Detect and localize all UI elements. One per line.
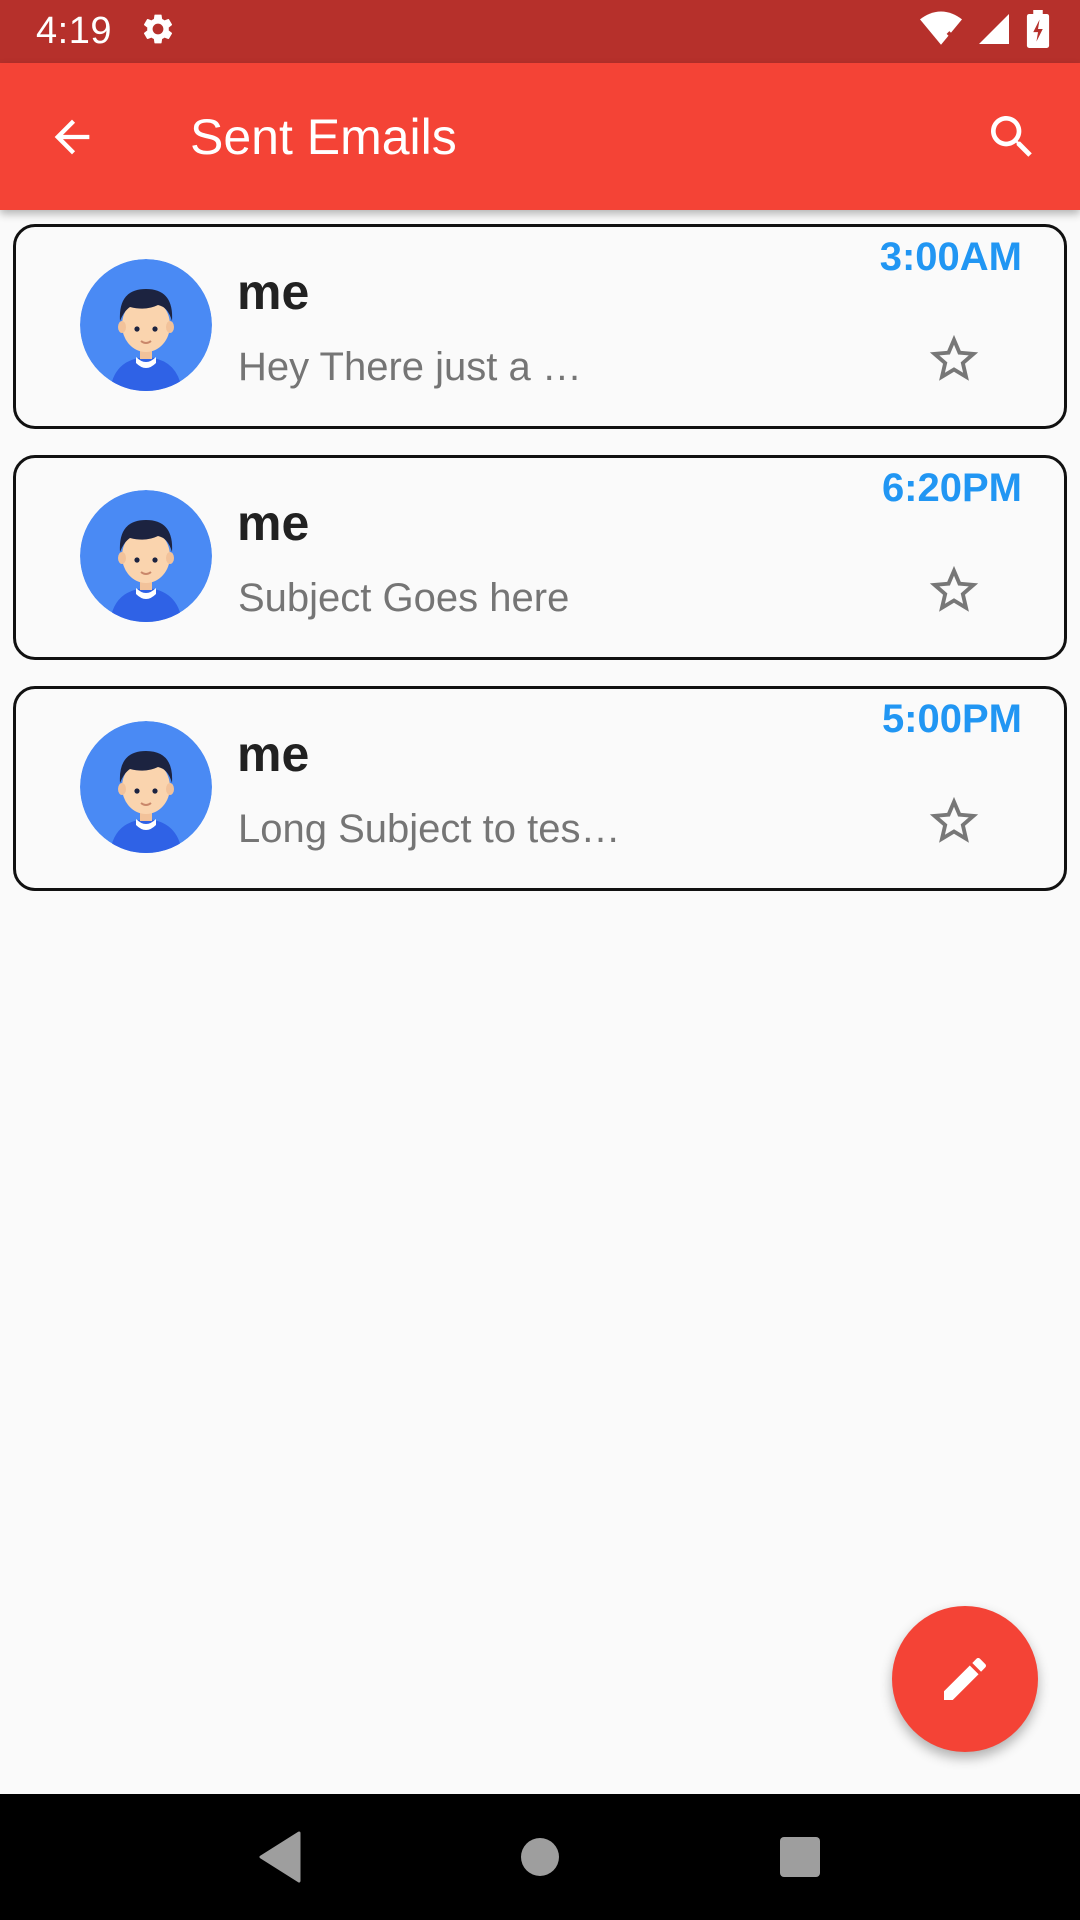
user-avatar-icon xyxy=(80,721,212,853)
email-list-item[interactable]: me Hey There just a … 3:00AM xyxy=(13,224,1067,429)
home-circle-icon xyxy=(521,1838,559,1876)
back-triangle-icon xyxy=(259,1831,301,1883)
status-left: 4:19 xyxy=(36,10,176,53)
avatar xyxy=(80,721,212,853)
star-outline-icon xyxy=(929,796,979,843)
search-button[interactable] xyxy=(980,105,1044,169)
recents-square-icon xyxy=(780,1837,820,1877)
email-list-item[interactable]: me Subject Goes here 6:20PM xyxy=(13,455,1067,660)
email-sender: me xyxy=(237,495,310,551)
nav-home-button[interactable] xyxy=(500,1817,580,1897)
avatar xyxy=(80,490,212,622)
arrow-back-icon xyxy=(54,119,90,154)
nav-back-button[interactable] xyxy=(240,1817,320,1897)
star-outline-icon xyxy=(929,565,979,612)
avatar xyxy=(80,259,212,391)
search-icon xyxy=(991,115,1032,157)
email-time: 5:00PM xyxy=(881,697,1022,741)
status-right xyxy=(920,10,1050,53)
star-button[interactable] xyxy=(924,791,984,851)
compose-button[interactable] xyxy=(892,1606,1038,1752)
user-avatar-icon xyxy=(80,490,212,622)
email-time: 6:20PM xyxy=(881,466,1022,510)
system-nav-bar xyxy=(0,1794,1080,1920)
email-subject: Subject Goes here xyxy=(238,576,570,620)
star-button[interactable] xyxy=(924,560,984,620)
email-subject: Long Subject to tes… xyxy=(238,807,621,851)
edit-icon xyxy=(944,1657,987,1700)
signal-icon xyxy=(976,11,1012,52)
user-avatar-icon xyxy=(80,259,212,391)
page-title: Sent Emails xyxy=(190,108,457,165)
settings-icon xyxy=(140,11,176,52)
email-time: 3:00AM xyxy=(879,235,1022,279)
nav-recents-button[interactable] xyxy=(760,1817,840,1897)
star-button[interactable] xyxy=(924,329,984,389)
battery-icon xyxy=(1026,10,1050,53)
status-time: 4:19 xyxy=(36,10,112,52)
star-outline-icon xyxy=(929,334,979,381)
back-button[interactable] xyxy=(42,107,102,167)
email-list-item[interactable]: me Long Subject to tes… 5:00PM xyxy=(13,686,1067,891)
email-sender: me xyxy=(237,726,310,782)
status-bar: 4:19 xyxy=(0,0,1080,63)
app-bar: Sent Emails xyxy=(0,63,1080,210)
email-sender: me xyxy=(237,264,310,320)
email-subject: Hey There just a … xyxy=(238,345,582,389)
wifi-icon xyxy=(920,11,962,52)
